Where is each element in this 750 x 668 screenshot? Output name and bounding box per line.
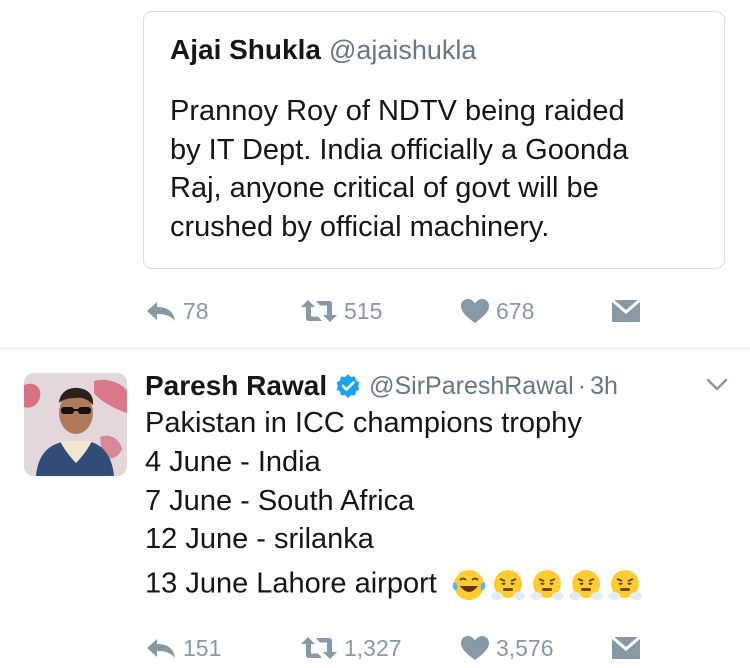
chevron-down-icon bbox=[706, 378, 728, 391]
tweet-divider bbox=[0, 348, 750, 349]
tweet-last-line: 13 June Lahore airport bbox=[145, 567, 646, 603]
author-handle[interactable]: @SirPareshRawal bbox=[369, 372, 574, 401]
like-count: 3,576 bbox=[496, 634, 554, 661]
quoted-text-line: Prannoy Roy of NDTV being raided bbox=[170, 95, 625, 127]
reply-icon bbox=[147, 639, 175, 658]
author-name[interactable]: Paresh Rawal bbox=[145, 370, 327, 402]
tweet-text-line: Pakistan in ICC champions trophy bbox=[145, 407, 582, 439]
tweet-header: Paresh Rawal @SirPareshRawal · 3h bbox=[145, 369, 618, 403]
retweet-count: 515 bbox=[344, 297, 383, 324]
direct-message-button[interactable] bbox=[611, 628, 641, 668]
tweet-timestamp[interactable]: 3h bbox=[590, 372, 618, 401]
tweet-text-line: 12 June - srilanka bbox=[145, 523, 374, 555]
reply-count: 151 bbox=[183, 634, 222, 661]
face-with-steam-icon bbox=[490, 570, 525, 600]
heart-icon bbox=[461, 636, 489, 660]
tweet-thread: Ajai Shukla @ajaishukla Prannoy Roy of ND… bbox=[0, 0, 750, 668]
quoted-text-line: Raj, anyone critical of govt will be bbox=[170, 172, 599, 204]
verified-icon bbox=[336, 374, 360, 398]
retweet-icon bbox=[301, 300, 337, 322]
avatar-image bbox=[24, 373, 127, 476]
quoted-text-line: by IT Dept. India officially a Goonda bbox=[170, 133, 629, 166]
like-button[interactable]: 3,576 bbox=[460, 628, 554, 668]
envelope-icon bbox=[611, 636, 641, 659]
verified-badge bbox=[335, 373, 361, 399]
tweet-text-line: 7 June - South Africa bbox=[145, 485, 415, 517]
avatar[interactable] bbox=[24, 373, 127, 476]
face-with-steam-icon bbox=[529, 570, 564, 600]
reply-button[interactable]: 151 bbox=[145, 628, 221, 668]
reply-icon bbox=[147, 302, 175, 321]
envelope-icon bbox=[611, 299, 641, 322]
retweet-count: 1,327 bbox=[344, 634, 402, 661]
face-with-tears-of-joy-icon bbox=[452, 570, 486, 600]
tweet-options-button[interactable] bbox=[706, 378, 728, 397]
quoted-text-line: crushed by official machinery. bbox=[170, 210, 550, 243]
quoted-tweet-header: Ajai Shukla @ajaishukla bbox=[170, 34, 476, 66]
face-with-steam-icon bbox=[607, 570, 642, 600]
reply-count: 78 bbox=[183, 297, 209, 324]
heart-icon bbox=[461, 299, 489, 323]
reply-button[interactable]: 78 bbox=[145, 291, 209, 331]
tweet-actions: 151 1,327 3,576 bbox=[143, 628, 663, 668]
tweet-actions: 78 515 678 bbox=[143, 291, 663, 331]
tweet-text-line: 13 June Lahore airport bbox=[145, 567, 437, 600]
meta-separator: · bbox=[577, 371, 587, 400]
emoji-group bbox=[451, 567, 646, 603]
quoted-author-handle[interactable]: @ajaishukla bbox=[329, 35, 477, 65]
quoted-tweet-text: Prannoy Roy of NDTV being raided by IT D… bbox=[170, 92, 710, 246]
retweet-button[interactable]: 515 bbox=[300, 291, 382, 331]
like-count: 678 bbox=[496, 297, 535, 324]
like-button[interactable]: 678 bbox=[460, 291, 534, 331]
tweet-text-line: 4 June - India bbox=[145, 446, 321, 478]
direct-message-button[interactable] bbox=[611, 291, 641, 331]
retweet-icon bbox=[301, 637, 337, 659]
quoted-author-name[interactable]: Ajai Shukla bbox=[170, 34, 321, 65]
face-with-steam-icon bbox=[568, 570, 603, 600]
retweet-button[interactable]: 1,327 bbox=[300, 628, 402, 668]
quoted-tweet-card[interactable]: Ajai Shukla @ajaishukla Prannoy Roy of ND… bbox=[143, 11, 725, 269]
